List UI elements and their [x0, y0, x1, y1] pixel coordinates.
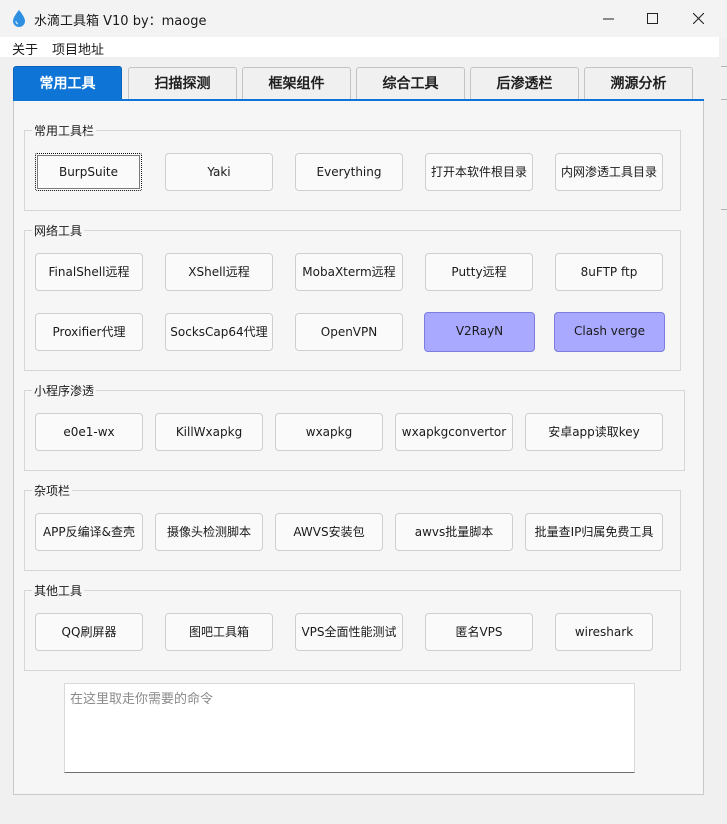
menu-about[interactable]: 关于 [12, 39, 38, 58]
window-title: 水滴工具箱 V10 by：maoge [34, 14, 207, 29]
qq-spam-button[interactable]: QQ刷屏器 [35, 613, 143, 651]
open-root-dir-button[interactable]: 打开本软件根目录 [425, 153, 533, 191]
awvs-batch-script-button[interactable]: awvs批量脚本 [395, 513, 513, 551]
mobaxterm-button[interactable]: MobaXterm远程 [295, 253, 403, 291]
window-edge [719, 37, 727, 824]
vps-benchmark-button[interactable]: VPS全面性能测试 [295, 613, 403, 651]
group-title-network: 网络工具 [32, 222, 85, 239]
killwxapkg-button[interactable]: KillWxapkg [155, 413, 263, 451]
tab-common-tools[interactable]: 常用工具 [13, 66, 122, 101]
e0e1-wx-button[interactable]: e0e1-wx [35, 413, 143, 451]
group-title-common: 常用工具栏 [32, 122, 97, 139]
intranet-tools-dir-button[interactable]: 内网渗透工具目录 [555, 153, 663, 191]
xshell-button[interactable]: XShell远程 [165, 253, 273, 291]
maximize-button[interactable] [630, 0, 676, 37]
menu-project-address[interactable]: 项目地址 [52, 39, 104, 58]
burpsuite-button[interactable]: BurpSuite [35, 153, 142, 191]
wxapkgconvertor-button[interactable]: wxapkgconvertor [395, 413, 513, 451]
edge-marker [721, 209, 727, 210]
tab-post-exploitation[interactable]: 后渗透栏 [470, 67, 579, 100]
anonymous-vps-button[interactable]: 匿名VPS [425, 613, 533, 651]
8uftp-button[interactable]: 8uFTP ftp [555, 253, 663, 291]
menu-bar: 关于 项目地址 [0, 37, 719, 58]
group-title-misc: 杂项栏 [32, 482, 73, 499]
title-bar: 水滴工具箱 V10 by：maoge [0, 0, 727, 37]
tab-underline [13, 99, 704, 101]
sockscap64-button[interactable]: SocksCap64代理 [165, 313, 273, 351]
command-textarea[interactable]: 在这里取走你需要的命令 [64, 683, 635, 773]
batch-ip-lookup-button[interactable]: 批量查IP归属免费工具 [525, 513, 663, 551]
clash-verge-button[interactable]: Clash verge [554, 312, 665, 352]
edge-marker [721, 66, 727, 67]
minimize-button[interactable] [586, 0, 632, 37]
yaki-button[interactable]: Yaki [165, 153, 273, 191]
awvs-installer-button[interactable]: AWVS安装包 [275, 513, 383, 551]
maximize-icon [647, 13, 658, 24]
group-title-other: 其他工具 [32, 582, 85, 599]
minimize-icon [603, 18, 614, 20]
edge-marker [721, 99, 727, 100]
tuba-toolbox-button[interactable]: 图吧工具箱 [165, 613, 273, 651]
android-app-key-button[interactable]: 安卓app读取key [525, 413, 663, 451]
tab-integrated-tools[interactable]: 综合工具 [356, 67, 465, 100]
finalshell-button[interactable]: FinalShell远程 [35, 253, 143, 291]
everything-button[interactable]: Everything [295, 153, 403, 191]
app-decompile-button[interactable]: APP反编译&查壳 [35, 513, 143, 551]
camera-detect-button[interactable]: 摄像头检测脚本 [155, 513, 263, 551]
openvpn-button[interactable]: OpenVPN [295, 313, 403, 351]
water-drop-icon [13, 10, 25, 27]
putty-button[interactable]: Putty远程 [425, 253, 533, 291]
group-title-miniprogram: 小程序渗透 [32, 382, 97, 399]
tab-trace-analysis[interactable]: 溯源分析 [584, 67, 693, 100]
wireshark-button[interactable]: wireshark [555, 613, 653, 651]
v2rayn-button[interactable]: V2RayN [424, 312, 535, 352]
proxifier-button[interactable]: Proxifier代理 [35, 313, 143, 351]
close-icon [693, 13, 704, 24]
tab-scan-detect[interactable]: 扫描探测 [128, 67, 237, 100]
tab-framework-components[interactable]: 框架组件 [242, 67, 351, 100]
close-button[interactable] [676, 0, 722, 37]
wxapkg-button[interactable]: wxapkg [275, 413, 383, 451]
